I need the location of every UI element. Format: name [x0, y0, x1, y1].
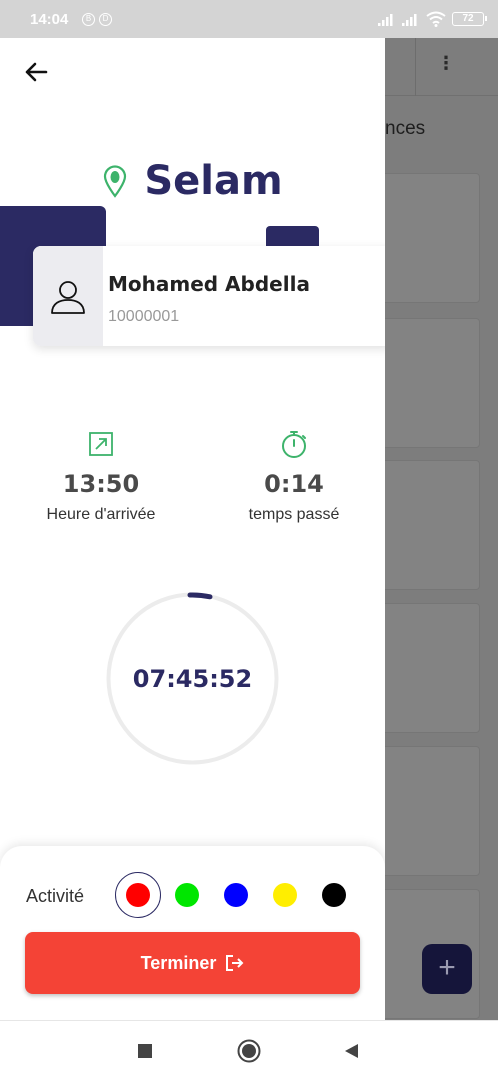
profile-card[interactable]: Mohamed Abdella 10000001 — [33, 246, 385, 346]
stopwatch-icon — [282, 431, 306, 458]
home-icon — [237, 1039, 261, 1063]
color-option-green[interactable] — [175, 883, 199, 907]
plus-icon: + — [438, 951, 456, 984]
background-card — [385, 173, 480, 303]
user-icon — [51, 281, 85, 314]
add-button[interactable]: + — [422, 944, 472, 994]
battery-icon: 72 — [452, 12, 487, 26]
color-option-blue[interactable] — [224, 883, 248, 907]
recent-apps-icon — [138, 1044, 152, 1058]
finish-button-label: Terminer — [140, 952, 217, 973]
user-name: Mohamed Abdella — [108, 272, 310, 296]
arrival-time: 13:50 — [62, 470, 140, 498]
arrival-stat: 13:50 Heure d'arrivée — [16, 428, 186, 524]
back-nav-button[interactable] — [339, 1039, 363, 1063]
side-drawer: Selam Mohamed Abdella 10000001 13:50 Heu… — [0, 38, 385, 1020]
recent-apps-button[interactable] — [133, 1039, 157, 1063]
background-app: ⋮ nces + — [385, 38, 498, 1020]
time-spent: 0:14 — [264, 470, 324, 498]
color-option-black[interactable] — [322, 883, 346, 907]
user-id: 10000001 — [108, 308, 180, 325]
background-toolbar: ⋮ — [385, 38, 498, 96]
brand-title: Selam — [144, 158, 283, 204]
signal-icon — [378, 14, 393, 26]
wifi-icon — [426, 11, 446, 27]
back-arrow-icon — [25, 62, 48, 82]
activity-panel: Activité Terminer — [0, 846, 385, 1020]
status-time: 14:04 — [30, 11, 69, 28]
signal-icon — [402, 14, 417, 26]
arrival-label: Heure d'arrivée — [46, 506, 156, 523]
kebab-menu-icon[interactable]: ⋮ — [435, 52, 457, 74]
notification-icon: B — [82, 13, 95, 26]
background-card — [385, 746, 480, 876]
background-tab-label: nces — [385, 118, 426, 139]
finish-button[interactable]: Terminer — [25, 932, 360, 994]
background-card — [385, 318, 480, 448]
home-button[interactable] — [237, 1039, 261, 1063]
notification-icon: D — [99, 13, 112, 26]
background-card — [385, 603, 480, 733]
time-spent-label: temps passé — [248, 506, 340, 523]
time-spent-stat: 0:14 temps passé — [209, 428, 379, 524]
navigation-bar — [0, 1020, 498, 1080]
color-option-red[interactable] — [126, 883, 150, 907]
timer-value: 07:45:52 — [132, 664, 253, 693]
background-card — [385, 460, 480, 590]
back-icon — [345, 1044, 358, 1058]
back-button[interactable] — [20, 56, 52, 88]
logout-icon — [226, 955, 244, 971]
color-option-yellow[interactable] — [273, 883, 297, 907]
brand-header: Selam — [0, 153, 385, 209]
status-bar: 14:04 B D 72 — [0, 0, 498, 38]
arrival-arrow-icon — [89, 432, 113, 456]
avatar — [33, 246, 103, 346]
activity-label: Activité — [26, 886, 85, 906]
location-pin-icon — [104, 165, 127, 198]
